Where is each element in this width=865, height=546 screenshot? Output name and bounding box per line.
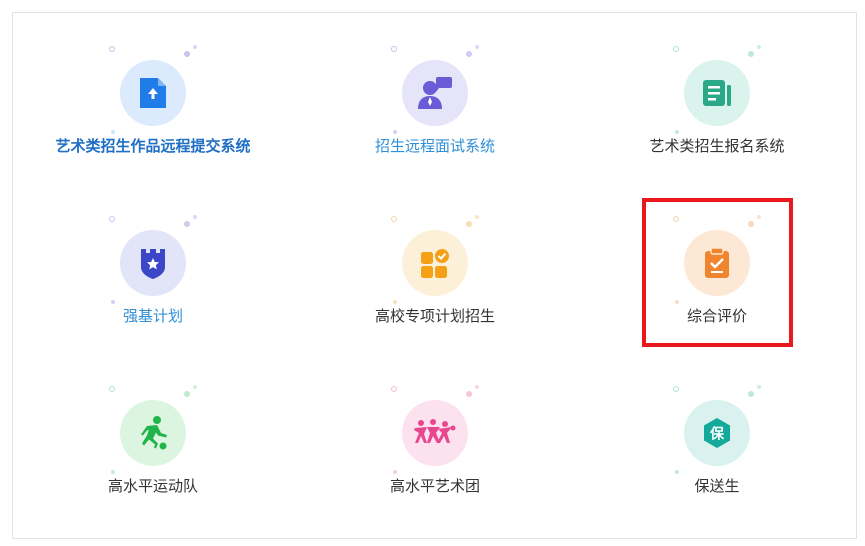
decor-dot — [675, 130, 679, 134]
icon-circle — [402, 60, 468, 126]
interview-person-icon — [418, 77, 452, 109]
decor-ring — [391, 216, 397, 222]
soccer-player-icon — [141, 416, 167, 450]
decor-ring — [391, 46, 397, 52]
decor-dot — [193, 45, 197, 49]
decor-dot — [675, 300, 679, 304]
decor-dot — [475, 385, 479, 389]
tile-label[interactable]: 艺术类招生作品远程提交系统 — [38, 135, 268, 156]
tile-special-program[interactable]: 高校专项计划招生 — [320, 212, 550, 362]
decor-dot — [466, 391, 472, 397]
tile-sports-team[interactable]: 高水平运动队 — [38, 382, 268, 532]
tile-icon-area — [385, 42, 485, 134]
icon-circle — [120, 60, 186, 126]
tile-label[interactable]: 高水平运动队 — [38, 475, 268, 496]
tile-label[interactable]: 艺术类招生报名系统 — [602, 135, 832, 156]
decor-ring — [109, 216, 115, 222]
icon-circle — [684, 230, 750, 296]
decor-dot — [475, 45, 479, 49]
decor-dot — [184, 51, 190, 57]
tile-recommended-students[interactable]: 保 保送生 — [602, 382, 832, 532]
tile-icon-area — [103, 382, 203, 474]
decor-dot — [184, 391, 190, 397]
file-upload-icon — [140, 78, 166, 108]
form-document-icon — [703, 80, 731, 106]
tile-icon-area — [667, 212, 767, 304]
decor-dot — [748, 391, 754, 397]
decor-ring — [673, 386, 679, 392]
dancers-icon — [414, 419, 456, 443]
tile-art-troupe[interactable]: 高水平艺术团 — [320, 382, 550, 532]
tile-comprehensive-evaluation[interactable]: 综合评价 — [602, 212, 832, 362]
decor-dot — [466, 221, 472, 227]
decor-dot — [111, 470, 115, 474]
tile-label[interactable]: 综合评价 — [602, 305, 832, 326]
tile-label[interactable]: 强基计划 — [38, 305, 268, 326]
clipboard-check-icon — [705, 247, 729, 278]
icon-circle — [402, 400, 468, 466]
tile-icon-area — [385, 212, 485, 304]
icon-circle — [120, 400, 186, 466]
decor-dot — [757, 215, 761, 219]
tile-label[interactable]: 保送生 — [602, 475, 832, 496]
tile-icon-area: 保 — [667, 382, 767, 474]
tile-strong-foundation[interactable]: 强基计划 — [38, 212, 268, 362]
tile-icon-area — [667, 42, 767, 134]
tile-art-registration[interactable]: 艺术类招生报名系统 — [602, 42, 832, 192]
decor-dot — [393, 470, 397, 474]
decor-dot — [193, 385, 197, 389]
icon-circle — [402, 230, 468, 296]
decor-dot — [466, 51, 472, 57]
recommend-badge-icon: 保 — [704, 418, 730, 448]
tile-label[interactable]: 高校专项计划招生 — [320, 305, 550, 326]
icon-circle — [120, 230, 186, 296]
decor-ring — [109, 386, 115, 392]
decor-dot — [757, 385, 761, 389]
decor-ring — [391, 386, 397, 392]
decor-ring — [109, 46, 115, 52]
decor-dot — [111, 300, 115, 304]
tile-label[interactable]: 高水平艺术团 — [320, 475, 550, 496]
tile-label[interactable]: 招生远程面试系统 — [320, 135, 550, 156]
decor-dot — [393, 300, 397, 304]
decor-dot — [748, 51, 754, 57]
svg-text:保: 保 — [709, 426, 725, 443]
decor-dot — [675, 470, 679, 474]
icon-circle: 保 — [684, 400, 750, 466]
decor-dot — [184, 221, 190, 227]
grid-check-icon — [421, 249, 449, 278]
decor-ring — [673, 216, 679, 222]
tile-remote-interview[interactable]: 招生远程面试系统 — [320, 42, 550, 192]
decor-ring — [673, 46, 679, 52]
tile-art-works-submission[interactable]: 艺术类招生作品远程提交系统 — [38, 42, 268, 192]
decor-dot — [475, 215, 479, 219]
icon-circle — [684, 60, 750, 126]
decor-dot — [111, 130, 115, 134]
decor-dot — [193, 215, 197, 219]
tile-icon-area — [103, 212, 203, 304]
castle-shield-icon — [141, 249, 165, 279]
decor-dot — [748, 221, 754, 227]
decor-dot — [393, 130, 397, 134]
decor-dot — [757, 45, 761, 49]
tile-icon-area — [103, 42, 203, 134]
tile-icon-area — [385, 382, 485, 474]
